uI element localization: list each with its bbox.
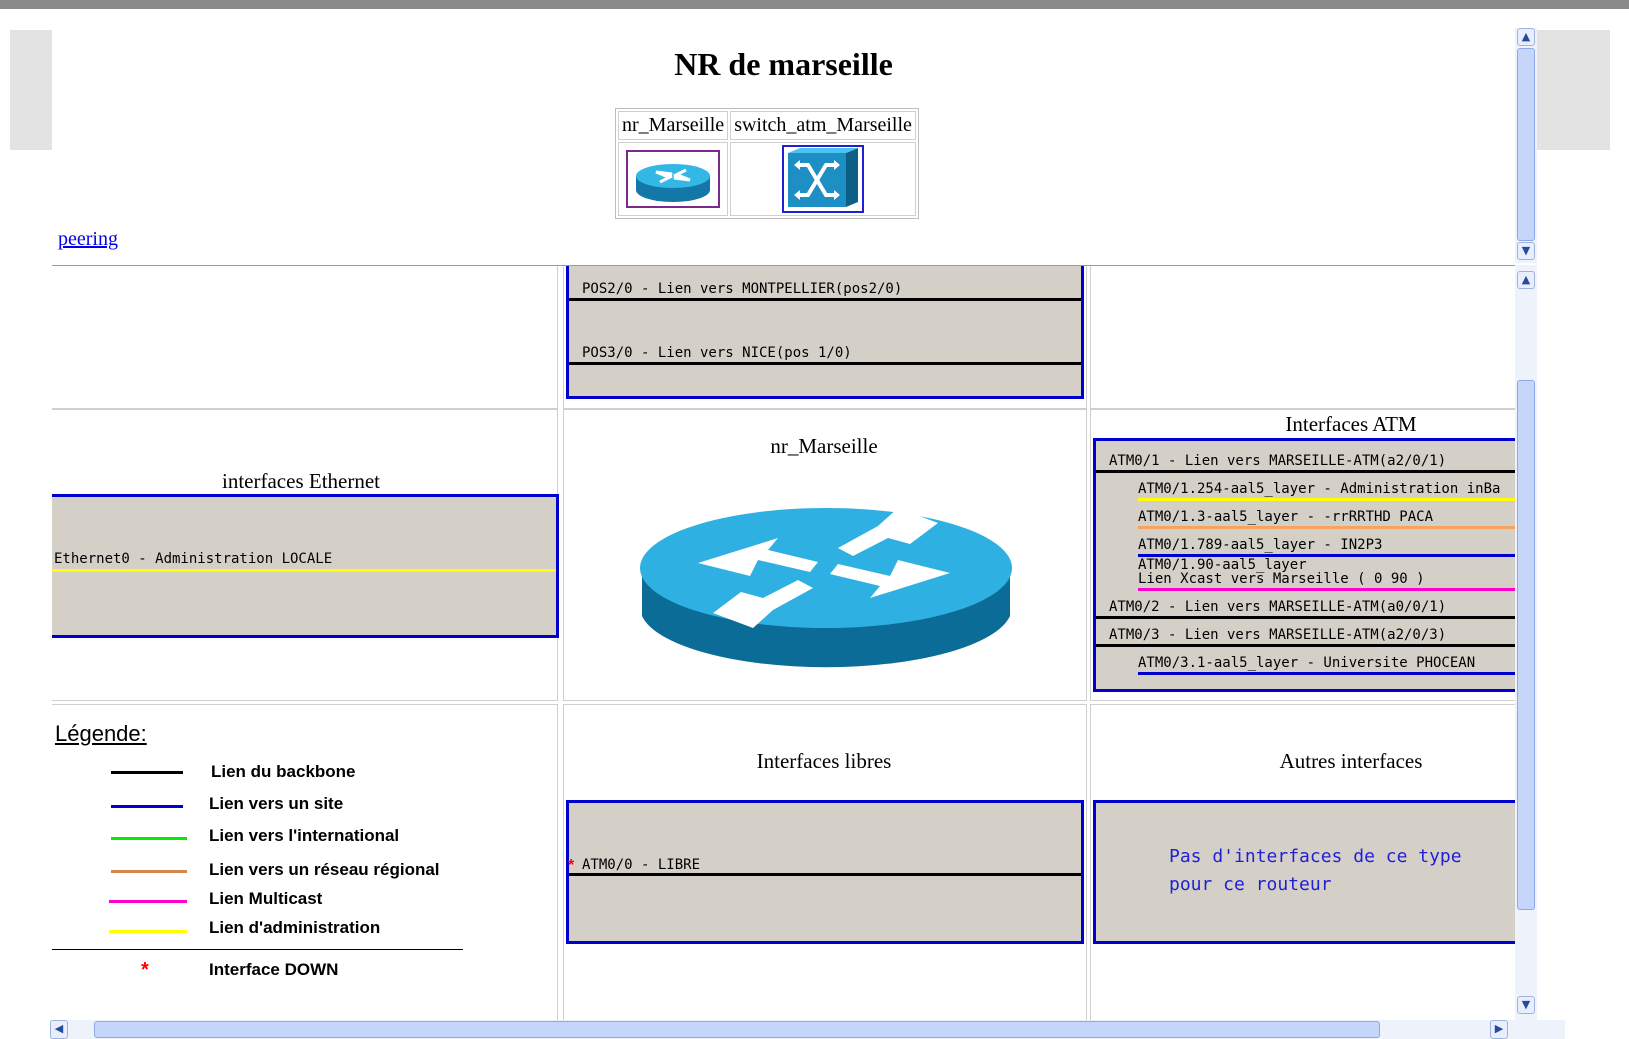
legend-swatch-regional xyxy=(111,870,187,873)
pos-interfaces-cell: POS2/0 - Lien vers MONTPELLIER(pos2/0) P… xyxy=(563,266,1087,409)
empty-cell xyxy=(52,266,558,409)
ethernet-title: interfaces Ethernet xyxy=(222,469,380,493)
pos-link-label[interactable]: POS3/0 - Lien vers NICE(pos 1/0) xyxy=(582,345,852,361)
no-interfaces-line: Pas d'interfaces de ce type xyxy=(1169,846,1462,867)
backbone-line xyxy=(569,873,1081,876)
atm-subinterface-label[interactable]: ATM0/3.1-aal5_layer - Universite PHOCEAN xyxy=(1138,655,1475,671)
scroll-thumb[interactable] xyxy=(1517,380,1535,910)
scroll-down-button[interactable]: ▼ xyxy=(1517,242,1535,260)
top-frame: NR de marseille nr_Marseille switch_atm_… xyxy=(52,28,1515,263)
atm-interface-label[interactable]: ATM0/3 - Lien vers MARSEILLE-ATM(a2/0/3) xyxy=(1109,627,1446,643)
autres-cell: Autres interfaces Pas d'interfaces de ce… xyxy=(1090,704,1515,1021)
backbone-line xyxy=(1096,616,1515,619)
libres-cell: Interfaces libres * ATM0/0 - LIBRE xyxy=(563,704,1087,1021)
switch-icon-cell[interactable] xyxy=(730,142,916,216)
device-name-switch: switch_atm_Marseille xyxy=(730,111,916,140)
multicast-line xyxy=(1138,588,1515,591)
scroll-right-button[interactable]: ▶ xyxy=(1490,1020,1508,1039)
horizontal-scroll-thumb[interactable] xyxy=(94,1021,1380,1038)
libres-title: Interfaces libres xyxy=(756,749,892,773)
backbone-line xyxy=(569,298,1081,301)
backbone-line xyxy=(1096,644,1515,647)
legend-label: Lien d'administration xyxy=(209,918,381,937)
legend-swatch-international xyxy=(111,837,187,840)
scroll-down-button[interactable]: ▼ xyxy=(1517,996,1535,1014)
legend-label: Lien vers un réseau régional xyxy=(209,860,440,879)
down-star-icon: * xyxy=(141,959,149,981)
admin-line xyxy=(1138,498,1515,501)
backbone-line xyxy=(569,362,1081,365)
pos-link-label[interactable]: POS2/0 - Lien vers MONTPELLIER(pos2/0) xyxy=(582,281,902,297)
scroll-up-button[interactable]: ▲ xyxy=(1517,271,1535,289)
legend-label: Interface DOWN xyxy=(209,960,339,979)
atm-subinterface-label[interactable]: ATM0/1.90-aal5_layer xyxy=(1138,558,1307,572)
bottom-frame: POS2/0 - Lien vers MONTPELLIER(pos2/0) P… xyxy=(52,265,1515,1021)
site-line xyxy=(1138,672,1515,675)
legend-swatch-admin xyxy=(109,930,187,933)
ethernet-cell: interfaces Ethernet Ethernet0 - Administ… xyxy=(52,409,559,701)
atm-interface-label[interactable]: ATM0/2 - Lien vers MARSEILLE-ATM(a0/0/1) xyxy=(1109,599,1446,615)
ethernet-interface-label[interactable]: Ethernet0 - Administration LOCALE xyxy=(54,551,332,567)
legend-swatch-backbone xyxy=(111,771,183,774)
device-table: nr_Marseille switch_atm_Marseille xyxy=(615,108,919,219)
router-large-icon[interactable] xyxy=(638,468,1018,688)
router-cell: nr_Marseille xyxy=(563,409,1087,701)
legend-label: Lien Multicast xyxy=(209,889,323,908)
no-interfaces-line: pour ce routeur xyxy=(1169,874,1332,895)
legend-title: Légende: xyxy=(55,721,147,746)
legend-label: Lien vers un site xyxy=(209,794,344,813)
atm-subinterface-label-2[interactable]: Lien Xcast vers Marseille ( 0 90 ) xyxy=(1138,572,1425,586)
horizontal-scrollbar[interactable]: ◀ ▶ xyxy=(50,1020,1565,1039)
window-top-bar xyxy=(0,0,1629,9)
atm-interfaces-box: ATM0/1 - Lien vers MARSEILLE-ATM(a2/0/1)… xyxy=(1093,438,1515,692)
atm-switch-icon[interactable] xyxy=(782,145,865,213)
autres-title: Autres interfaces xyxy=(1279,749,1423,773)
autres-box: Pas d'interfaces de ce type pour ce rout… xyxy=(1093,800,1515,944)
atm-subinterface-label[interactable]: ATM0/1.3-aal5_layer - -rrRRTHD PACA xyxy=(1138,509,1433,525)
libre-interface-label[interactable]: ATM0/0 - LIBRE xyxy=(582,857,700,873)
regional-line xyxy=(1138,526,1515,529)
scroll-thumb[interactable] xyxy=(1517,48,1535,241)
scroll-left-button[interactable]: ◀ xyxy=(50,1020,68,1039)
libres-box: * ATM0/0 - LIBRE xyxy=(566,800,1084,944)
empty-cell xyxy=(1090,266,1515,409)
legend-label: Lien vers l'international xyxy=(209,826,400,845)
router-icon-cell[interactable] xyxy=(618,142,729,216)
top-frame-scrollbar[interactable]: ▲ ▼ xyxy=(1515,28,1537,263)
router-icon[interactable] xyxy=(626,150,721,208)
legend-swatch-multicast xyxy=(109,900,187,903)
atm-title: Interfaces ATM xyxy=(1285,412,1417,436)
page-title: NR de marseille xyxy=(674,46,893,82)
device-name-router: nr_Marseille xyxy=(618,111,729,140)
legend-swatch-site xyxy=(111,805,183,808)
atm-subinterface-label[interactable]: ATM0/1.789-aal5_layer - IN2P3 xyxy=(1138,537,1382,553)
atm-cell: Interfaces ATM ATM0/1 - Lien vers MARSEI… xyxy=(1090,409,1515,701)
legend-cell: Légende: Lien du backbone Lien vers un s… xyxy=(52,704,558,1021)
scroll-up-button[interactable]: ▲ xyxy=(1517,28,1535,46)
legend-divider xyxy=(52,949,463,950)
atm-subinterface-label[interactable]: ATM0/1.254-aal5_layer - Administration i… xyxy=(1138,481,1500,497)
peering-link[interactable]: peering xyxy=(58,228,118,251)
no-interfaces-message: Pas d'interfaces de ce type pour ce rout… xyxy=(1169,843,1462,899)
atm-interface-label[interactable]: ATM0/1 - Lien vers MARSEILLE-ATM(a2/0/1) xyxy=(1109,453,1446,469)
bottom-frame-scrollbar[interactable]: ▲ ▼ xyxy=(1515,265,1537,1020)
backbone-line xyxy=(1096,470,1515,473)
ethernet-box: Ethernet0 - Administration LOCALE xyxy=(52,494,559,638)
pos-interfaces-box: POS2/0 - Lien vers MONTPELLIER(pos2/0) P… xyxy=(566,266,1084,399)
legend-label: Lien du backbone xyxy=(211,762,356,781)
router-label: nr_Marseille xyxy=(770,434,878,458)
admin-line xyxy=(52,569,556,572)
